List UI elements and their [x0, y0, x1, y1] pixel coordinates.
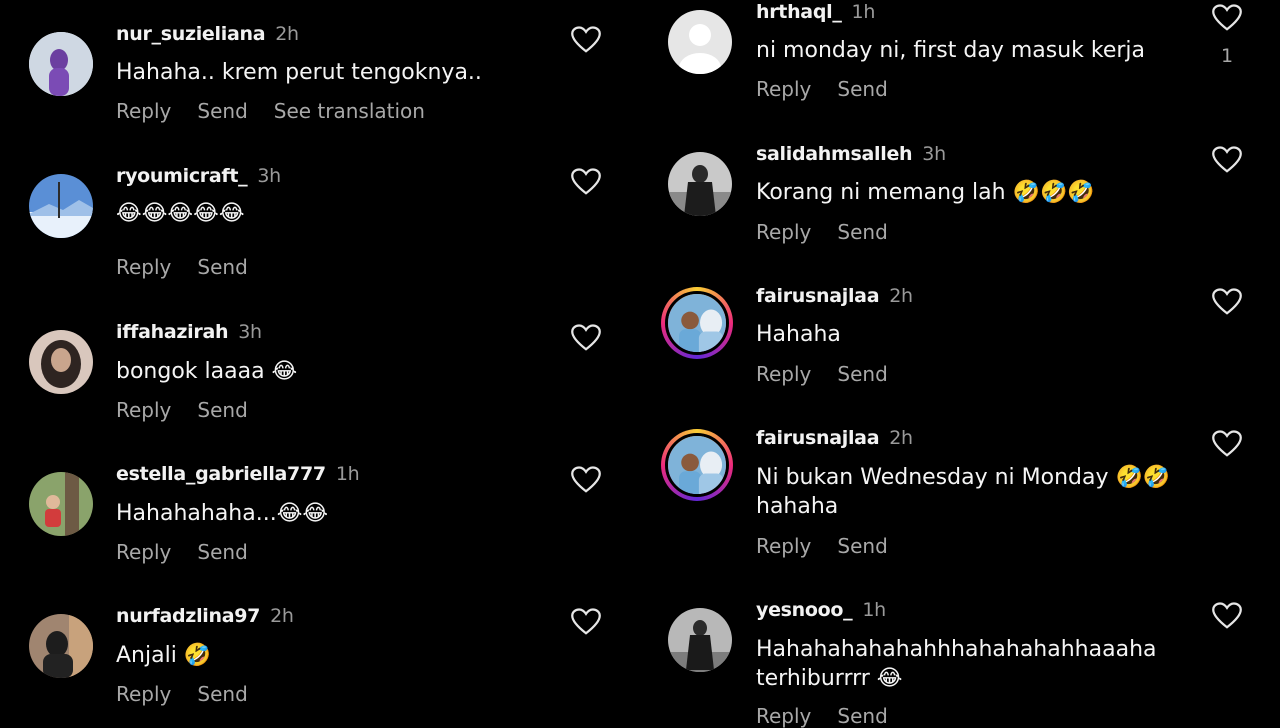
- comment-actions: Reply Send: [756, 362, 914, 386]
- comment-text: 😂😂😂😂😂: [116, 201, 245, 226]
- comment-actions: Reply Send: [756, 534, 914, 558]
- username[interactable]: salidahmsalleh 3h: [756, 143, 946, 165]
- comment-text: Korang ni memang lah 🤣🤣🤣: [756, 180, 1095, 205]
- heart-icon[interactable]: [1212, 288, 1242, 316]
- reply-button[interactable]: Reply: [116, 99, 171, 123]
- avatar-image: [29, 330, 93, 394]
- comment-text: Anjali 🤣: [116, 643, 212, 668]
- avatar[interactable]: [29, 32, 93, 96]
- reply-button[interactable]: Reply: [116, 255, 171, 279]
- reply-button[interactable]: Reply: [756, 704, 811, 728]
- send-button[interactable]: Send: [197, 255, 247, 279]
- comment-text: Hahahahaha...😂😂: [116, 501, 329, 526]
- comment-actions: Reply Send: [116, 398, 274, 422]
- heart-icon[interactable]: [1212, 602, 1242, 630]
- comment-time: 1h: [862, 599, 886, 621]
- see-translation-button[interactable]: See translation: [274, 99, 425, 123]
- avatar-story-ring[interactable]: [661, 429, 733, 501]
- comment-actions: Reply Send: [756, 704, 914, 728]
- username[interactable]: estella_gabriella777 1h: [116, 463, 360, 485]
- comment-actions: Reply Send See translation: [116, 99, 451, 123]
- comment-text: ni monday ni, first day masuk kerja: [756, 38, 1146, 63]
- like-count: 1: [1221, 45, 1234, 67]
- reply-button[interactable]: Reply: [116, 682, 171, 706]
- comment-text: Hahaha.. krem perut tengoknya..: [116, 60, 482, 85]
- heart-icon[interactable]: [1212, 430, 1242, 458]
- reply-button[interactable]: Reply: [756, 534, 811, 558]
- avatar: [665, 291, 729, 355]
- send-button[interactable]: Send: [837, 534, 887, 558]
- comment-actions: Reply Send: [756, 77, 914, 101]
- comment-text: bongok laaaa 😂: [116, 359, 298, 384]
- avatar-story-ring[interactable]: [661, 287, 733, 359]
- comments-column-left: nur_suzieliana 2h Hahaha.. krem perut ten…: [0, 0, 640, 721]
- comment-actions: Reply Send: [116, 540, 274, 564]
- comment-text: Hahahahahahahhhahahahahhaaaha: [756, 637, 1157, 662]
- send-button[interactable]: Send: [837, 77, 887, 101]
- comment-actions: Reply Send: [116, 255, 274, 279]
- send-button[interactable]: Send: [837, 704, 887, 728]
- comment-time: 1h: [851, 1, 876, 23]
- avatar[interactable]: [29, 330, 93, 394]
- send-button[interactable]: Send: [837, 220, 887, 244]
- username[interactable]: nur_suzieliana 2h: [116, 23, 299, 45]
- avatar-image: [29, 32, 93, 96]
- username[interactable]: iffahazirah 3h: [116, 321, 262, 343]
- avatar[interactable]: [29, 174, 93, 238]
- reply-button[interactable]: Reply: [116, 540, 171, 564]
- comment-text: Hahaha: [756, 322, 841, 347]
- username[interactable]: yesnooo_ 1h: [756, 599, 886, 621]
- heart-icon[interactable]: [571, 26, 601, 54]
- avatar[interactable]: [29, 614, 93, 678]
- avatar-image: [29, 614, 93, 678]
- avatar: [665, 433, 729, 497]
- avatar-image: [668, 436, 726, 494]
- comment-text: Ni bukan Wednesday ni Monday 🤣🤣: [756, 465, 1171, 490]
- avatar-image: [668, 152, 732, 216]
- avatar-image: [29, 472, 93, 536]
- comment-time: 2h: [270, 605, 294, 627]
- comments-column-right: hrthaql_ 1h ni monday ni, first day masuk…: [640, 0, 1280, 728]
- send-button[interactable]: Send: [197, 682, 247, 706]
- heart-icon[interactable]: [571, 466, 601, 494]
- avatar[interactable]: [668, 608, 732, 672]
- comment-time: 3h: [257, 165, 281, 187]
- avatar[interactable]: [29, 472, 93, 536]
- username[interactable]: hrthaql_ 1h: [756, 1, 875, 23]
- comment-text-line2: terhiburrrr 😂: [756, 666, 903, 691]
- comment-time: 2h: [275, 23, 299, 45]
- username[interactable]: fairusnajlaa 2h: [756, 427, 913, 449]
- send-button[interactable]: Send: [197, 540, 247, 564]
- reply-button[interactable]: Reply: [756, 220, 811, 244]
- avatar[interactable]: [668, 10, 732, 74]
- comment-time: 3h: [922, 143, 946, 165]
- reply-button[interactable]: Reply: [756, 77, 811, 101]
- heart-icon[interactable]: [571, 324, 601, 352]
- comment-time: 1h: [335, 463, 360, 485]
- username[interactable]: fairusnajlaa 2h: [756, 285, 913, 307]
- comment-actions: Reply Send: [756, 220, 914, 244]
- comment-actions: Reply Send: [116, 682, 274, 706]
- reply-button[interactable]: Reply: [116, 398, 171, 422]
- heart-icon[interactable]: [571, 608, 601, 636]
- send-button[interactable]: Send: [837, 362, 887, 386]
- comment-text-line2: hahaha: [756, 494, 839, 519]
- avatar[interactable]: [668, 152, 732, 216]
- heart-icon[interactable]: [1212, 146, 1242, 174]
- send-button[interactable]: Send: [197, 99, 247, 123]
- comment-time: 3h: [238, 321, 262, 343]
- comment-time: 2h: [889, 285, 913, 307]
- send-button[interactable]: Send: [197, 398, 247, 422]
- default-avatar-icon: [668, 10, 732, 74]
- avatar-image: [29, 174, 93, 238]
- heart-icon[interactable]: [1212, 4, 1242, 32]
- avatar-image: [668, 294, 726, 352]
- username[interactable]: nurfadzlina97 2h: [116, 605, 294, 627]
- avatar-image: [668, 608, 732, 672]
- heart-icon[interactable]: [571, 168, 601, 196]
- comment-time: 2h: [889, 427, 913, 449]
- reply-button[interactable]: Reply: [756, 362, 811, 386]
- username[interactable]: ryoumicraft_ 3h: [116, 165, 281, 187]
